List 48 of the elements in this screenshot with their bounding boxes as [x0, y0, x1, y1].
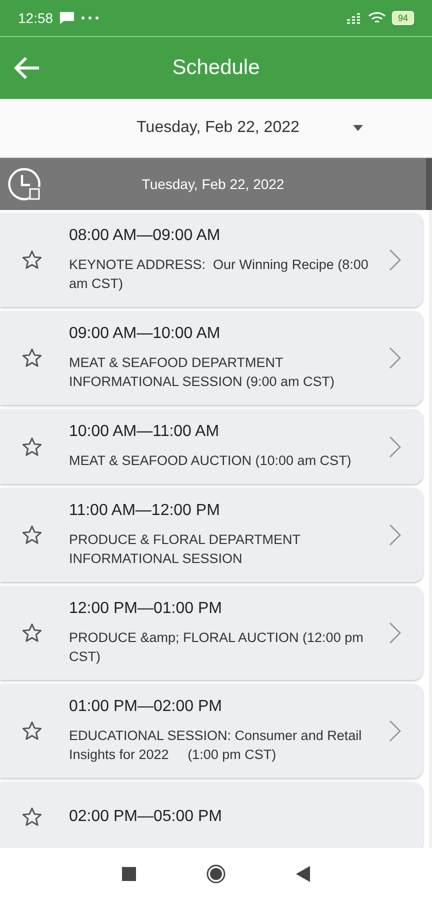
screen-title: Schedule [171, 56, 261, 80]
session-title: EDUCATIONAL SESSION: Consumer and Retail Insights for 2022 (1:00 pm CST) [69, 727, 363, 764]
chevron-icon [389, 347, 401, 369]
dropdown-caret-icon [352, 125, 364, 131]
chevron-icon [389, 436, 401, 458]
wifi-icon [368, 11, 386, 25]
session-card[interactable]: 02:00 PM—05:00 PM [0, 782, 423, 848]
session-card[interactable]: 01:00 PM—02:00 PM EDUCATIONAL SESSION: Consumer and Retail Insights for 2022 (1:00 pm CST) [0, 684, 423, 778]
session-time: 12:00 PM—01:00 PM [69, 600, 223, 618]
session-title: MEAT & SEAFOOD AUCTION (10:00 am CST) [69, 452, 352, 470]
session-time: 08:00 AM—09:00 AM [69, 227, 222, 245]
session-time: 10:00 AM—11:00 AM [69, 423, 220, 441]
star-icon[interactable] [21, 524, 43, 546]
session-card[interactable]: 11:00 AM—12:00 PM PRODUCE & FLORAL DEPARTMENT INFORMATIONAL SESSION [0, 488, 423, 582]
star-icon[interactable] [21, 806, 43, 828]
star-icon[interactable] [21, 436, 43, 458]
session-time: 09:00 AM—10:00 AM [69, 325, 222, 343]
session-card[interactable]: 08:00 AM—09:00 AM KEYNOTE ADDRESS: Our Winning Recipe (8:00 am CST) [0, 213, 423, 307]
session-time: 11:00 AM—12:00 PM [69, 502, 221, 520]
session-title: PRODUCE & FLORAL DEPARTMENT INFORMATIONAL SESSION [69, 531, 302, 568]
session-card[interactable]: 12:00 PM—01:00 PM PRODUCE &amp; FLORAL AUCTION (12:00 pm CST) [0, 586, 423, 680]
back-button-icon[interactable] [296, 866, 310, 882]
star-icon[interactable] [21, 347, 43, 369]
session-title: KEYNOTE ADDRESS: Our Winning Recipe (8:00 am CST) [69, 256, 370, 293]
more-icon [81, 16, 100, 20]
session-card[interactable]: 09:00 AM—10:00 AM MEAT & SEAFOOD DEPARTMENT INFORMATIONAL SESSION (9:00 am CST) [0, 311, 423, 405]
message-icon [59, 11, 76, 25]
session-title: PRODUCE &amp; FLORAL AUCTION (12:00 pm CST) [69, 629, 364, 666]
day-header: Tuesday, Feb 22, 2022 [140, 176, 286, 192]
star-icon[interactable] [21, 720, 43, 742]
star-icon[interactable] [21, 249, 43, 271]
session-title: MEAT & SEAFOOD DEPARTMENT INFORMATIONAL SESSION (9:00 am CST) [69, 354, 336, 391]
chevron-icon [389, 249, 401, 271]
session-time: 01:00 PM—02:00 PM [69, 698, 223, 716]
signal-icon [346, 12, 362, 24]
clock-icon [8, 167, 42, 201]
home-button-icon[interactable] [206, 864, 226, 884]
session-card[interactable]: 10:00 AM—11:00 AM MEAT & SEAFOOD AUCTION (10:00 am CST) [0, 409, 423, 484]
chevron-icon [389, 622, 401, 644]
date-dropdown[interactable]: Tuesday, Feb 22, 2022 [0, 99, 432, 158]
back-arrow-icon[interactable] [13, 56, 41, 80]
chevron-icon [389, 720, 401, 742]
battery-icon: 94 [392, 11, 414, 25]
status-time: 12:58 [18, 10, 54, 26]
session-time: 02:00 PM—05:00 PM [69, 808, 223, 826]
star-icon[interactable] [21, 622, 43, 644]
chevron-icon [389, 524, 401, 546]
date-value: Tuesday, Feb 22, 2022 [136, 119, 300, 137]
